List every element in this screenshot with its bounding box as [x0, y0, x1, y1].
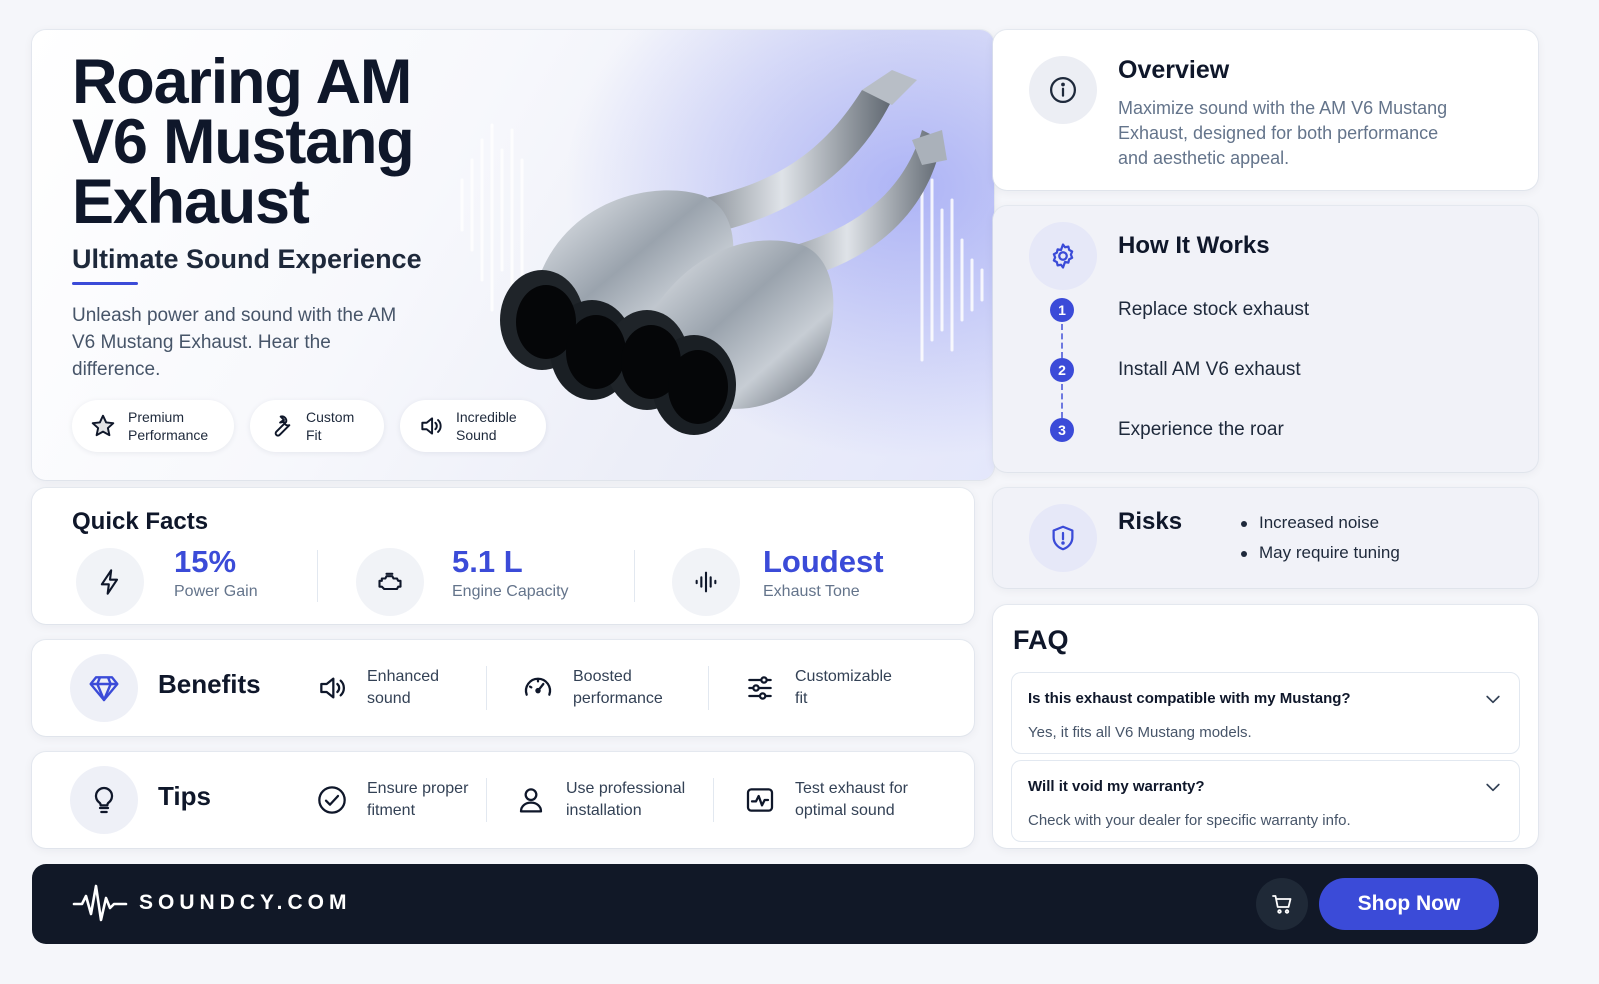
divider — [634, 550, 635, 602]
shop-now-button[interactable]: Shop Now — [1319, 878, 1499, 930]
risks-list: Increased noise May require tuning — [1239, 508, 1400, 568]
benefit-line: performance — [573, 690, 663, 707]
overview-text: Maximize sound with the AM V6 Mustang Ex… — [1118, 98, 1448, 168]
shield-alert-icon — [1029, 504, 1097, 572]
step-text: Replace stock exhaust — [1118, 299, 1310, 320]
sliders-icon — [748, 676, 772, 700]
quick-facts-title: Quick Facts — [72, 508, 209, 535]
pulse-icon — [746, 788, 774, 812]
check-circle-icon — [318, 786, 346, 814]
tip-line: fitment — [367, 802, 416, 819]
tip-item: Test exhaust for optimal sound — [795, 778, 908, 822]
step-connector — [1061, 384, 1063, 418]
risk-item: May require tuning — [1239, 538, 1400, 568]
faq-item[interactable]: Is this exhaust compatible with my Musta… — [1011, 672, 1520, 754]
wrench-icon — [274, 415, 291, 437]
divider — [486, 666, 487, 710]
quick-facts-card: Quick Facts 15% Power Gain 5.1 L Engine … — [32, 488, 974, 624]
step-number: 3 — [1050, 418, 1074, 442]
overview-card: Overview Maximize sound with the AM V6 M… — [993, 30, 1538, 190]
chip-premium-performance: Premium Performance — [72, 400, 234, 452]
tip-line: Test exhaust for — [795, 780, 908, 797]
overview-title: Overview — [1118, 56, 1230, 84]
chip-label: Premium Performance — [128, 409, 209, 443]
risks-card: Risks Increased noise May require tuning — [993, 488, 1538, 588]
faq-item[interactable]: Will it void my warranty? Check with you… — [1011, 760, 1520, 842]
speaker-icon — [421, 417, 442, 435]
benefits-card: Benefits Enhanced sound Boosted performa… — [32, 640, 974, 736]
risks-title: Risks — [1118, 508, 1183, 535]
faq-question[interactable]: Is this exhaust compatible with my Musta… — [1028, 690, 1351, 707]
tip-item: Use professional installation — [566, 778, 685, 822]
chip-incredible-sound: Incredible Sound — [400, 400, 546, 452]
fact-value: 15% — [174, 544, 237, 579]
benefit-item: Customizable fit — [795, 666, 892, 710]
tip-line: Use professional — [566, 780, 686, 797]
step-text: Install AM V6 exhaust — [1118, 359, 1301, 380]
hero-description: Unleash power and sound with the AM V6 M… — [72, 305, 397, 380]
chevron-down-icon[interactable] — [1483, 777, 1503, 797]
step-number: 2 — [1050, 358, 1074, 382]
divider — [713, 778, 714, 822]
diamond-icon — [70, 654, 138, 722]
risk-item: Increased noise — [1239, 508, 1400, 538]
fact-label: Power Gain — [174, 583, 258, 600]
benefit-line: Boosted — [573, 668, 632, 685]
gear-icon — [1029, 222, 1097, 290]
info-icon — [1029, 56, 1097, 124]
lightning-icon — [76, 548, 144, 616]
star-icon — [91, 414, 115, 437]
step-number: 1 — [1050, 298, 1074, 322]
fact-label: Exhaust Tone — [763, 583, 860, 600]
hero-card: Roaring AM V6 Mustang Exhaust Ultimate S… — [32, 30, 994, 480]
faq-question[interactable]: Will it void my warranty? — [1028, 778, 1205, 795]
benefits-title: Benefits — [158, 669, 261, 699]
faq-card: FAQ Is this exhaust compatible with my M… — [993, 605, 1538, 848]
tips-title: Tips — [158, 781, 211, 811]
tip-line: optimal sound — [795, 802, 895, 819]
benefit-line: sound — [367, 690, 411, 707]
fact-value: Loudest — [763, 544, 884, 579]
cart-icon[interactable] — [1270, 892, 1294, 916]
chip-custom-fit: Custom Fit — [250, 400, 384, 452]
faq-answer: Check with your dealer for specific warr… — [1028, 812, 1351, 829]
hero-title: Roaring AM V6 Mustang Exhaust — [72, 47, 415, 237]
tips-card: Tips Ensure proper fitment Use professio… — [32, 752, 974, 848]
cart-button[interactable] — [1256, 878, 1308, 930]
step-connector — [1061, 324, 1063, 358]
engine-icon — [356, 548, 424, 616]
divider — [708, 666, 709, 710]
hero-subtitle: Ultimate Sound Experience — [72, 244, 422, 274]
chip-label: Incredible Sound — [456, 409, 517, 443]
benefit-line: Enhanced — [367, 668, 440, 685]
tip-line: Ensure proper — [367, 780, 469, 797]
subtitle-underline — [72, 282, 138, 285]
brand-name[interactable]: SOUNDCY.COM — [139, 891, 352, 915]
footer-bar: SOUNDCY.COM Shop Now — [32, 864, 1538, 944]
how-it-works-title: How It Works — [1118, 232, 1270, 259]
faq-answer: Yes, it fits all V6 Mustang models. — [1028, 724, 1252, 741]
tip-item: Ensure proper fitment — [367, 778, 468, 822]
chip-label: Custom Fit — [306, 409, 355, 443]
step-text: Experience the roar — [1118, 419, 1284, 440]
chevron-down-icon[interactable] — [1483, 689, 1503, 709]
speedometer-icon — [524, 677, 552, 696]
fact-label: Engine Capacity — [452, 583, 569, 600]
benefit-line: Customizable — [795, 668, 892, 685]
divider — [317, 550, 318, 602]
benefit-item: Enhanced sound — [367, 666, 439, 710]
user-icon — [519, 788, 543, 813]
benefit-item: Boosted performance — [573, 666, 663, 710]
how-it-works-card: How It Works 1 Replace stock exhaust 2 I… — [993, 206, 1538, 472]
speaker-icon — [320, 677, 345, 699]
fact-value: 5.1 L — [452, 544, 523, 579]
faq-title: FAQ — [1013, 625, 1069, 655]
soundwave-logo-icon — [72, 884, 128, 922]
soundwave-icon — [672, 548, 740, 616]
tip-line: installation — [566, 802, 642, 819]
lightbulb-icon — [70, 766, 138, 834]
benefit-line: fit — [795, 690, 808, 707]
divider — [486, 778, 487, 822]
